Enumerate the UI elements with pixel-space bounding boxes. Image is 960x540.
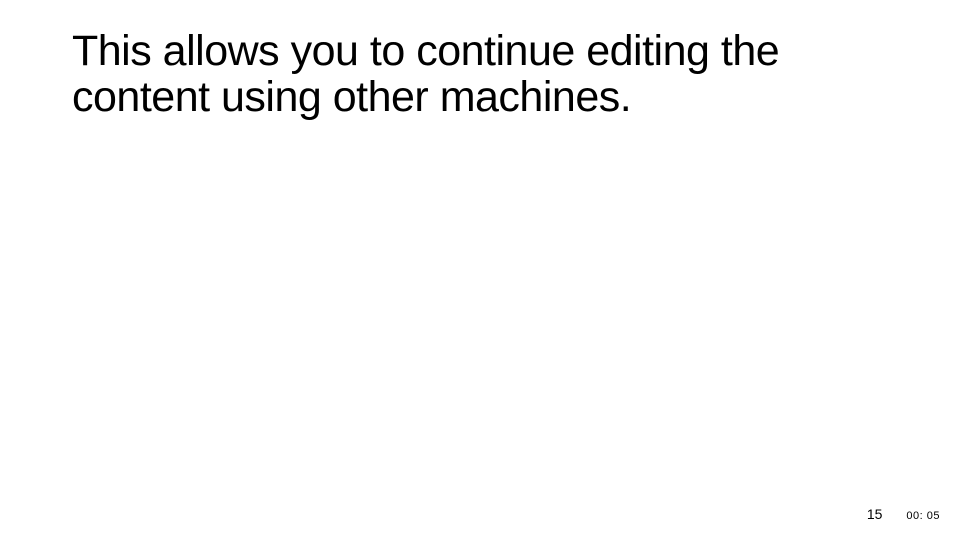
slide-footer: 15 00: 05 <box>867 506 940 522</box>
page-number: 15 <box>867 506 883 522</box>
slide-content: This allows you to continue editing the … <box>0 0 960 121</box>
slide-timer: 00: 05 <box>906 510 940 522</box>
slide-title: This allows you to continue editing the … <box>72 28 888 121</box>
